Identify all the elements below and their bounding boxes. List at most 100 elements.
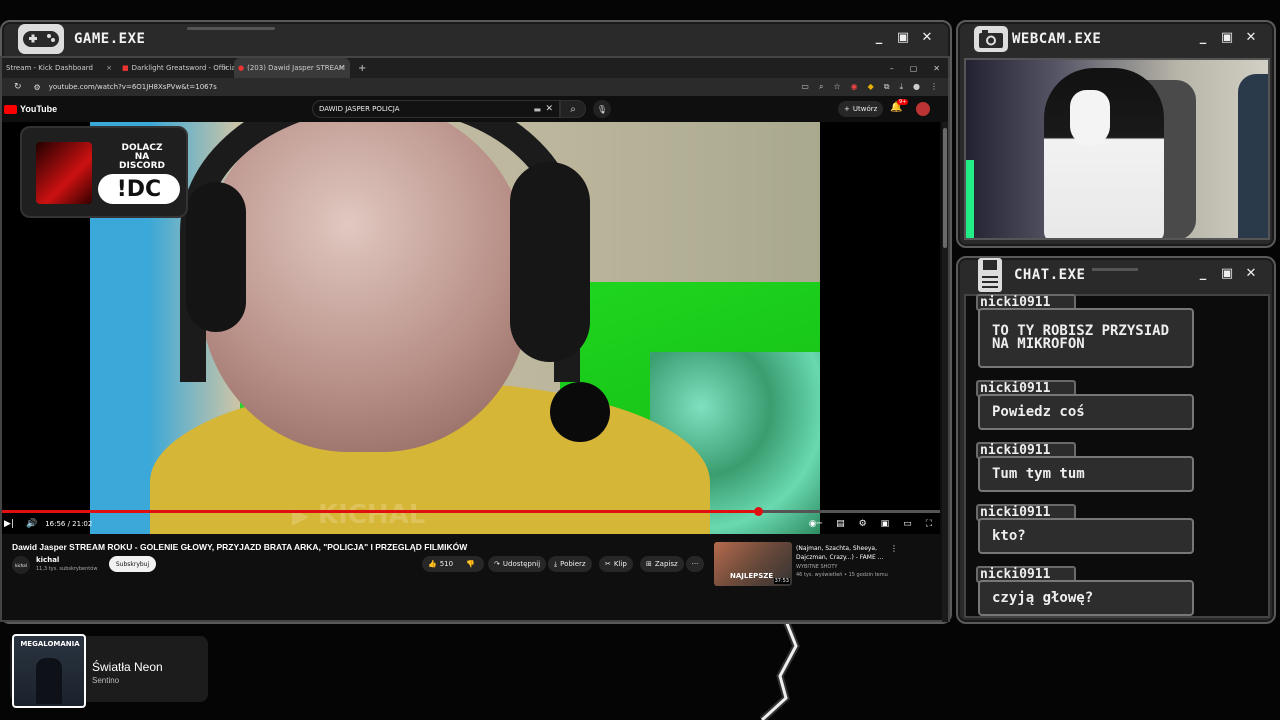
share-label: Udostępnij — [502, 560, 541, 568]
chat-message: Tum tym tum — [978, 456, 1194, 492]
like-button[interactable]: 👍 510 👎 — [422, 556, 484, 572]
recommended-channel: WYBITNE SHOTY — [796, 564, 838, 570]
anime-face — [1070, 90, 1110, 146]
recommended-title: (Najman, Szachta, Sheeya, Dajczman, Craz… — [796, 545, 884, 561]
miniplayer-icon[interactable]: ▣ — [881, 519, 890, 529]
song-artist: Sentino — [92, 676, 120, 685]
recommended-video[interactable]: NAJLEPSZE 37:53 (Najman, Szachta, Sheeya… — [714, 542, 940, 586]
extension-icon[interactable]: ◆ — [868, 82, 874, 92]
tab-darklight[interactable]: ■ Darklight Greatsword - Official × — [118, 58, 234, 78]
next-icon[interactable]: ▶| — [4, 519, 14, 529]
discord-code-badge: !DC — [98, 174, 180, 204]
scrollbar-thumb[interactable] — [943, 128, 947, 248]
downloads-icon[interactable]: ⤓ — [899, 82, 903, 92]
clip-button[interactable]: ✂ Klip — [599, 556, 633, 572]
progress-bar[interactable] — [2, 507, 940, 516]
search-button[interactable]: ⌕ — [560, 100, 586, 118]
tab-close-icon[interactable]: × — [106, 64, 112, 72]
channel-avatar[interactable]: kichal — [12, 556, 30, 574]
save-button[interactable]: ⊞ Zapisz — [640, 556, 684, 572]
settings-gear-icon[interactable]: ⚙ — [859, 519, 867, 529]
microphone-icon: 🎙 — [596, 104, 608, 114]
now-playing-widget: MEGALOMANIA Światła Neon Sentino — [10, 634, 208, 708]
webcam-titlebar[interactable]: WEBCAM.EXE _ ▣ ✕ — [958, 22, 1274, 56]
tab-kick-dashboard[interactable]: Stream - Kick Dashboard × — [2, 58, 118, 78]
menu-dots-icon[interactable]: ⋮ — [930, 82, 938, 92]
search-icon: ⌕ — [570, 103, 576, 115]
album-figure — [36, 658, 62, 704]
extension-icon[interactable]: ◉ — [851, 82, 858, 92]
reload-icon[interactable]: ↻ — [14, 82, 22, 92]
like-count: 510 — [439, 560, 454, 568]
close-button[interactable]: ✕ — [918, 28, 936, 46]
chat-titlebar[interactable]: CHAT.EXE _ ▣ ✕ — [958, 258, 1274, 292]
scrollbar[interactable] — [942, 122, 948, 622]
browser-tabbar: Stream - Kick Dashboard × ■ Darklight Gr… — [2, 58, 948, 78]
fullscreen-icon[interactable]: ⛶ — [926, 519, 932, 529]
chat-controls: _ ▣ ✕ — [1194, 264, 1260, 282]
discord-line3: DISCORD — [119, 161, 165, 171]
search-bar[interactable]: DAWID JASPER POLICJA ▬ ✕ — [312, 100, 560, 118]
close-button[interactable]: ✕ — [1242, 28, 1260, 46]
window-minimize-button[interactable]: – — [890, 64, 894, 73]
progress-fill — [2, 510, 759, 513]
clear-search-icon[interactable]: ✕ — [545, 104, 553, 114]
window-close-button[interactable]: ✕ — [933, 64, 940, 73]
video-title: Dawid Jasper STREAM ROKU - GOLENIE GŁOWY… — [12, 542, 468, 552]
share-button[interactable]: ↷ Udostępnij — [488, 556, 547, 572]
tab-close-icon[interactable]: × — [222, 64, 228, 72]
subscribe-label: Subskrybuj — [115, 560, 150, 568]
bookmark-star-icon[interactable]: ☆ — [833, 82, 840, 92]
minimize-button[interactable]: _ — [870, 28, 888, 46]
create-label: Utwórz — [852, 105, 878, 113]
recommended-meta: 46 tys. wyświetleń • 15 godzin temu — [796, 572, 888, 578]
url-field[interactable]: youtube.com/watch?v=6O1JH8XsPVw&t=1067s — [49, 83, 217, 91]
tab-close-icon[interactable]: × — [338, 64, 344, 72]
maximize-button[interactable]: ▣ — [894, 28, 912, 46]
discord-avatar — [36, 142, 92, 204]
headset-mic — [550, 382, 610, 442]
cast-icon[interactable]: ▭ — [801, 82, 809, 92]
youtube-logo[interactable]: YouTube — [4, 104, 57, 114]
close-button[interactable]: ✕ — [1242, 264, 1260, 282]
extensions-puzzle-icon[interactable]: ⧉ — [884, 82, 890, 92]
zoom-icon[interactable]: ⌕ — [819, 82, 823, 92]
thumbs-up-icon: 👍 — [428, 560, 437, 568]
game-window: GAME.EXE _ ▣ ✕ Stream - Kick Dashboard ×… — [0, 20, 952, 624]
account-avatar[interactable] — [916, 102, 930, 116]
more-actions-button[interactable]: ··· — [686, 556, 704, 572]
youtube-play-icon — [4, 104, 17, 114]
keyboard-icon[interactable]: ▬ — [533, 105, 541, 114]
theater-mode-icon[interactable]: ▭ — [903, 519, 912, 529]
window-restore-button[interactable]: ▢ — [910, 64, 918, 73]
search-input[interactable]: DAWID JASPER POLICJA — [319, 105, 400, 113]
title-grip — [1092, 268, 1138, 271]
site-info-icon[interactable]: ⚙ — [34, 83, 41, 92]
notif-badge: 9+ — [897, 99, 909, 105]
maximize-button[interactable]: ▣ — [1218, 264, 1236, 282]
voice-search-button[interactable]: 🎙 — [593, 100, 611, 118]
subscribe-button[interactable]: Subskrybuj — [109, 556, 156, 572]
minimize-button[interactable]: _ — [1194, 28, 1212, 46]
volume-icon[interactable]: 🔊 — [26, 519, 37, 529]
camera-icon — [974, 26, 1008, 52]
share-icon: ↷ — [494, 560, 500, 568]
maximize-button[interactable]: ▣ — [1218, 28, 1236, 46]
minimize-button[interactable]: _ — [1194, 264, 1212, 282]
create-button[interactable]: + Utwórz — [838, 101, 884, 117]
subtitles-icon[interactable]: ▤ — [836, 519, 845, 529]
chat-title: CHAT.EXE — [1014, 267, 1086, 283]
autoplay-toggle[interactable]: ◉─ — [809, 519, 822, 529]
new-tab-button[interactable]: + — [358, 63, 366, 74]
download-button[interactable]: ⤓ Pobierz — [548, 556, 592, 572]
tab-youtube-active[interactable]: ● (203) Dawid Jasper STREAM × — [234, 58, 350, 78]
notifications-button[interactable]: 🔔 9+ — [890, 99, 909, 113]
channel-avatar-text: kichal — [15, 562, 27, 568]
channel-name[interactable]: kichal — [36, 556, 59, 564]
floppy-icon — [978, 258, 1002, 292]
tab-label: Darklight Greatsword - Official — [131, 64, 234, 72]
profile-icon[interactable]: ● — [913, 82, 920, 92]
game-window-titlebar[interactable]: GAME.EXE _ ▣ ✕ — [2, 22, 950, 56]
thumbs-down-icon[interactable]: 👎 — [466, 560, 475, 568]
recommended-menu-icon[interactable]: ⋮ — [890, 544, 898, 553]
